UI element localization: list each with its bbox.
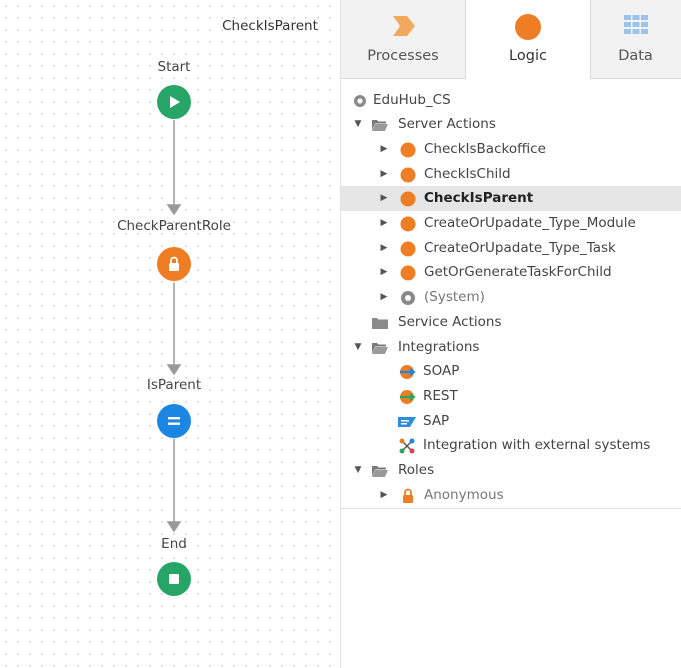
equals-icon (168, 417, 180, 425)
chevron-down-icon[interactable]: ▼ (353, 458, 363, 483)
server-action-label: CheckIsBackoffice (424, 141, 546, 157)
logic-tree: EduHub_CS ▼ Server Actions ▶ CheckIsBack… (341, 78, 681, 509)
tree-integrations-folder[interactable]: ▼ Integrations (341, 335, 681, 360)
tree-item-server-action[interactable]: ▶ CreateOrUpadate_Type_Task (341, 236, 681, 261)
data-grid-icon (623, 15, 648, 34)
start-node[interactable] (157, 85, 191, 119)
sap-label: SAP (423, 413, 450, 429)
module-label: EduHub_CS (373, 92, 451, 108)
lock-icon (399, 483, 417, 508)
tree-item-rest[interactable]: REST (341, 384, 681, 409)
server-action-label: CheckIsChild (424, 166, 511, 182)
system-label: (System) (424, 289, 485, 305)
is-parent-label: IsParent (146, 377, 202, 393)
server-action-label: CheckIsParent (424, 190, 534, 206)
flow-canvas[interactable]: CheckIsParent Start CheckParentRole IsPa… (0, 0, 340, 668)
tab-logic-label: Logic (509, 48, 547, 64)
chevron-right-icon[interactable]: ▶ (379, 137, 389, 162)
tree-service-actions-folder[interactable]: Service Actions (341, 310, 681, 335)
tree-item-system[interactable]: ▶ (System) (341, 285, 681, 310)
server-action-icon (399, 162, 417, 187)
server-action-icon (399, 211, 417, 236)
folder-open-icon (371, 112, 389, 137)
soap-icon (398, 359, 416, 384)
chevron-right-icon[interactable]: ▶ (379, 186, 389, 211)
tree-item-server-action[interactable]: ▶ GetOrGenerateTaskForChild (341, 260, 681, 285)
chevron-right-icon[interactable]: ▶ (379, 162, 389, 187)
assign-node[interactable] (157, 404, 191, 438)
lock-icon (169, 256, 179, 271)
chevron-right-icon[interactable]: ▶ (379, 285, 389, 310)
tree-item-external-systems[interactable]: Integration with external systems (341, 433, 681, 458)
tab-data[interactable]: Data (589, 0, 681, 78)
tree-module-root[interactable]: EduHub_CS (341, 88, 681, 113)
soap-label: SOAP (423, 363, 460, 379)
server-action-label: GetOrGenerateTaskForChild (424, 264, 612, 280)
tab-bar: Processes Logic Data (341, 0, 681, 79)
check-role-node[interactable] (157, 247, 191, 281)
folder-open-icon (371, 335, 389, 360)
tree-server-actions-folder[interactable]: ▼ Server Actions (341, 112, 681, 137)
chevron-down-icon[interactable]: ▼ (353, 335, 363, 360)
integrations-label: Integrations (398, 339, 480, 355)
external-systems-label: Integration with external systems (423, 437, 651, 453)
folder-open-icon (371, 458, 389, 483)
tree-item-soap[interactable]: SOAP (341, 359, 681, 384)
processes-icon (393, 16, 415, 36)
module-icon (351, 88, 369, 113)
play-icon (170, 96, 180, 108)
rest-label: REST (423, 388, 458, 404)
roles-label: Roles (398, 462, 435, 478)
tree-roles-folder[interactable]: ▼ Roles (341, 458, 681, 483)
external-systems-icon (398, 433, 416, 458)
tree-item-server-action[interactable]: ▶ CheckIsChild (341, 162, 681, 187)
stop-icon (169, 574, 179, 584)
tree-item-server-action[interactable]: ▶ CheckIsBackoffice (341, 137, 681, 162)
sap-icon (398, 409, 416, 434)
server-action-icon (399, 260, 417, 285)
logic-icon (515, 14, 541, 40)
tab-processes[interactable]: Processes (341, 0, 465, 78)
system-icon (399, 285, 417, 310)
chevron-down-icon[interactable]: ▼ (353, 112, 363, 137)
tab-processes-label: Processes (367, 48, 439, 64)
folder-icon (371, 310, 389, 335)
server-action-icon (399, 186, 417, 211)
end-node[interactable] (157, 562, 191, 596)
chevron-right-icon[interactable]: ▶ (379, 236, 389, 261)
chevron-right-icon[interactable]: ▶ (379, 211, 389, 236)
tree-item-server-action-selected[interactable]: ▶ CheckIsParent (341, 186, 681, 211)
tree-item-server-action[interactable]: ▶ CreateOrUpadate_Type_Module (341, 211, 681, 236)
tab-logic[interactable]: Logic (465, 0, 591, 79)
tree-item-sap[interactable]: SAP (341, 409, 681, 434)
start-node-label: Start (157, 59, 191, 75)
end-node-label: End (161, 536, 187, 552)
server-action-label: CreateOrUpadate_Type_Task (424, 240, 616, 256)
server-action-label: CreateOrUpadate_Type_Module (424, 215, 636, 231)
rest-icon (398, 384, 416, 409)
role-anonymous-label: Anonymous (424, 487, 504, 503)
server-action-icon (399, 137, 417, 162)
service-actions-label: Service Actions (398, 314, 502, 330)
server-actions-label: Server Actions (398, 116, 496, 132)
chevron-right-icon[interactable]: ▶ (379, 483, 389, 508)
chevron-right-icon[interactable]: ▶ (379, 260, 389, 285)
right-panel: Processes Logic Data EduHub_CS ▼ Server … (340, 0, 681, 668)
server-action-icon (399, 236, 417, 261)
check-parent-role-label: CheckParentRole (117, 218, 231, 234)
tab-data-label: Data (618, 48, 653, 64)
tree-item-role-anonymous[interactable]: ▶ Anonymous (341, 483, 681, 508)
